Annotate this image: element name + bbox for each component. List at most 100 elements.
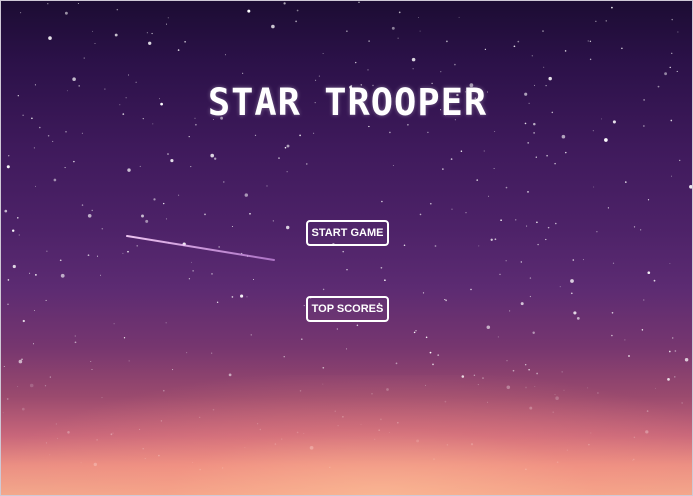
star: [460, 150, 463, 152]
star: [11, 229, 15, 232]
star: [93, 462, 97, 467]
star: [29, 383, 34, 388]
star: [49, 376, 51, 378]
start-game-button[interactable]: START GAME: [306, 220, 389, 246]
star: [437, 354, 440, 356]
star: [195, 123, 197, 126]
star: [563, 389, 565, 391]
star: [395, 362, 398, 365]
star: [7, 303, 9, 305]
star: [517, 40, 520, 43]
star: [612, 262, 615, 264]
star: [520, 302, 524, 306]
star: [44, 385, 47, 387]
star: [590, 432, 592, 434]
star: [470, 443, 474, 446]
star: [417, 17, 419, 18]
star: [337, 425, 339, 427]
star: [299, 134, 301, 137]
star: [127, 250, 129, 253]
star: [607, 207, 610, 209]
star: [506, 360, 508, 362]
star: [178, 194, 180, 196]
star: [381, 200, 383, 203]
star: [374, 438, 376, 440]
star: [271, 24, 275, 29]
star: [286, 144, 290, 148]
star: [192, 270, 194, 272]
star: [543, 66, 545, 68]
star: [595, 20, 597, 22]
star: [167, 17, 169, 19]
star: [306, 163, 308, 165]
star: [3, 365, 5, 368]
star: [244, 446, 246, 448]
star: [100, 274, 101, 276]
star: [427, 131, 429, 134]
star: [669, 263, 671, 264]
star: [529, 277, 532, 279]
star: [57, 437, 59, 439]
star: [572, 259, 575, 261]
star: [127, 168, 131, 172]
star: [476, 179, 479, 181]
star: [116, 8, 119, 11]
star: [101, 228, 104, 230]
top-scores-button[interactable]: TOP SCORES: [306, 296, 389, 322]
star: [221, 467, 224, 469]
star: [122, 252, 124, 254]
star: [101, 397, 103, 399]
star: [548, 76, 552, 81]
star: [77, 2, 79, 5]
star: [358, 1, 360, 3]
star: [640, 229, 642, 231]
star: [565, 151, 567, 154]
star: [643, 125, 645, 127]
star: [188, 278, 191, 280]
star: [64, 167, 66, 169]
star: [33, 147, 35, 149]
star: [223, 181, 225, 183]
star: [429, 351, 432, 354]
star: [371, 392, 373, 395]
star: [397, 37, 399, 39]
star: [497, 336, 499, 338]
star: [473, 374, 476, 376]
star: [342, 250, 344, 253]
star: [625, 181, 627, 183]
star: [92, 30, 94, 32]
star: [285, 225, 290, 230]
star: [113, 323, 115, 325]
star: [228, 373, 232, 377]
star: [552, 411, 554, 413]
star: [633, 436, 636, 439]
star: [676, 70, 678, 72]
star: [490, 238, 493, 241]
star: [300, 338, 303, 341]
star: [21, 358, 23, 361]
star: [52, 140, 54, 142]
star: [632, 458, 635, 461]
star: [6, 398, 9, 400]
star: [64, 11, 68, 15]
star: [162, 389, 165, 392]
star: [211, 273, 213, 275]
star: [554, 394, 556, 396]
star: [526, 225, 528, 227]
star: [667, 378, 670, 381]
star: [322, 288, 325, 291]
star: [199, 468, 201, 471]
star: [148, 41, 152, 45]
star: [536, 221, 538, 224]
star: [444, 299, 446, 301]
star: [429, 202, 432, 205]
shooting-star: [126, 235, 275, 261]
star: [389, 131, 391, 134]
star: [87, 254, 90, 257]
star: [380, 418, 382, 421]
star: [91, 209, 93, 212]
star: [668, 350, 671, 353]
star: [396, 421, 399, 424]
star: [391, 26, 395, 30]
star: [576, 317, 580, 320]
